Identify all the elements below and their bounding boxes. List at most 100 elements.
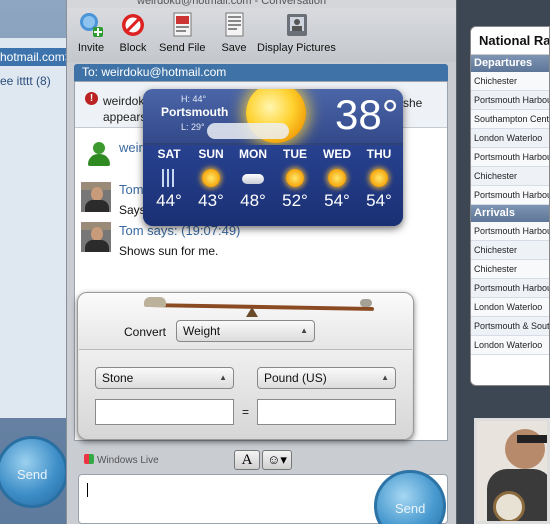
contact-list-item[interactable]: ee itttt (8) [0, 74, 51, 88]
scale-weight-icon [360, 299, 372, 307]
train-row[interactable]: Southampton Central [471, 110, 549, 129]
forecast-day-label: SUN [198, 147, 224, 161]
avatar [81, 222, 111, 252]
sun-icon [202, 169, 220, 187]
avatar [81, 182, 111, 212]
forecast-temp: 54° [324, 191, 350, 210]
train-row[interactable]: Portsmouth Harbour [471, 279, 549, 298]
from-unit-select[interactable]: Stone ▲ [95, 367, 234, 389]
train-row[interactable]: London Waterloo [471, 336, 549, 355]
forecast-day-label: WED [323, 147, 351, 161]
text-caret [87, 483, 88, 497]
train-row[interactable]: Chichester [471, 167, 549, 186]
forecast-day: SAT 44° [148, 147, 190, 211]
block-icon [119, 12, 147, 38]
low-temp: L: 29° [181, 122, 205, 132]
city-name: Portsmouth [161, 105, 229, 119]
background-window-left: hotmail.com> ee itttt (8) Send [0, 0, 66, 524]
display-pictures-button[interactable]: Display Pictures [257, 12, 336, 54]
partly-sunny-icon [328, 169, 346, 187]
train-row[interactable]: Portsmouth Harbour [471, 91, 549, 110]
train-row[interactable]: Portsmouth & Southsea [471, 317, 549, 336]
message-compose-area: Windows Live A ☺▾ Send [74, 448, 454, 524]
send-button-background[interactable]: Send [0, 436, 66, 508]
forecast-day-label: SAT [157, 147, 181, 161]
departures-header: Departures [471, 55, 549, 72]
windows-flag-icon [84, 454, 94, 464]
forecast-temp: 52° [282, 191, 308, 210]
to-value-input[interactable] [257, 399, 396, 425]
train-row[interactable]: Portsmouth Harbour [471, 222, 549, 241]
send-label: Send [395, 501, 426, 516]
message-sender: Tom [119, 182, 144, 197]
weather-widget[interactable]: H: 44° Portsmouth L: 29° 38° SAT 44° SUN 43… [143, 89, 403, 226]
rail-title: National Rail [471, 27, 549, 55]
buddy-icon [87, 142, 111, 168]
sun-icon [370, 169, 388, 187]
scale-pivot-icon [246, 307, 258, 317]
invite-icon [77, 12, 105, 38]
to-unit-select[interactable]: Pound (US) ▲ [257, 367, 396, 389]
forecast-temp: 48° [240, 191, 266, 210]
send-file-button[interactable]: Send File [159, 12, 205, 54]
invite-button[interactable]: Invite [77, 12, 105, 54]
rain-icon [162, 169, 176, 187]
send-file-icon [168, 12, 196, 38]
forecast-temp: 43° [198, 191, 224, 210]
send-label: Send [17, 467, 48, 482]
save-button[interactable]: Save [220, 12, 248, 54]
forecast-temp: 54° [366, 191, 392, 210]
partly-sunny-icon [286, 169, 304, 187]
dropdown-arrow-icon: ▲ [300, 326, 308, 335]
train-row[interactable]: London Waterloo [471, 298, 549, 317]
message-text: Shows sun for me. [119, 244, 219, 258]
national-rail-widget: National Rail Departures Chichester Ports… [470, 26, 550, 386]
from-value-input[interactable] [95, 399, 234, 425]
train-row[interactable]: London Waterloo [471, 129, 549, 148]
convert-label: Convert [124, 325, 167, 339]
forecast-day: SUN 43° [190, 147, 232, 211]
recipient-bar: To: weirdoku@hotmail.com [74, 64, 448, 81]
toolbar: Invite Block Send File Save Display Pict… [67, 8, 456, 62]
forecast-day: WED 54° [316, 147, 358, 211]
warning-icon: ! [85, 92, 98, 105]
forecast-day-label: MON [239, 147, 267, 161]
windows-live-brand: Windows Live [84, 454, 159, 466]
dropdown-arrow-icon: ▲ [381, 373, 389, 382]
emoticon-button[interactable]: ☺▾ [262, 450, 292, 470]
conversation-window: weirdoku@hotmail.com - Conversation Invi… [66, 0, 457, 524]
arrivals-header: Arrivals [471, 205, 549, 222]
equals-sign: = [242, 405, 250, 419]
cloud-icon [207, 123, 289, 139]
display-pictures-icon [282, 12, 310, 38]
train-row[interactable]: Chichester [471, 241, 549, 260]
dropdown-arrow-icon: ▲ [219, 373, 227, 382]
scale-weight-icon [144, 297, 166, 307]
message-text: Says [119, 203, 146, 217]
save-icon [220, 12, 248, 38]
forecast-temp: 44° [156, 191, 182, 210]
departures-list: Chichester Portsmouth Harbour Southampton … [471, 72, 549, 205]
contact-email-header[interactable]: hotmail.com> [0, 48, 66, 66]
forecast-day: MON 48° [232, 147, 274, 211]
forecast-day: TUE 52° [274, 147, 316, 211]
train-row[interactable]: Chichester [471, 260, 549, 279]
scale-beam-icon [147, 303, 375, 311]
converter-lower-panel [79, 350, 412, 439]
window-title: weirdoku@hotmail.com - Conversation [67, 0, 456, 8]
font-button[interactable]: A [234, 450, 260, 470]
train-row[interactable]: Portsmouth Harbour [471, 186, 549, 205]
contact-list-panel [0, 38, 66, 418]
forecast-day-label: TUE [283, 147, 307, 161]
unit-converter-widget: Convert Weight ▲ Stone ▲ Pound (US) ▲ = [77, 292, 414, 440]
forecast-day-label: THU [366, 147, 392, 161]
high-temp: H: 44° [181, 94, 207, 104]
train-row[interactable]: Chichester [471, 72, 549, 91]
train-row[interactable]: Portsmouth Harbour [471, 148, 549, 167]
block-button[interactable]: Block [119, 12, 147, 54]
contact-photo [474, 418, 550, 524]
cloud-icon [242, 174, 264, 184]
current-temp: 38° [335, 91, 399, 138]
category-select[interactable]: Weight ▲ [176, 320, 315, 342]
forecast-day: THU 54° [358, 147, 400, 211]
